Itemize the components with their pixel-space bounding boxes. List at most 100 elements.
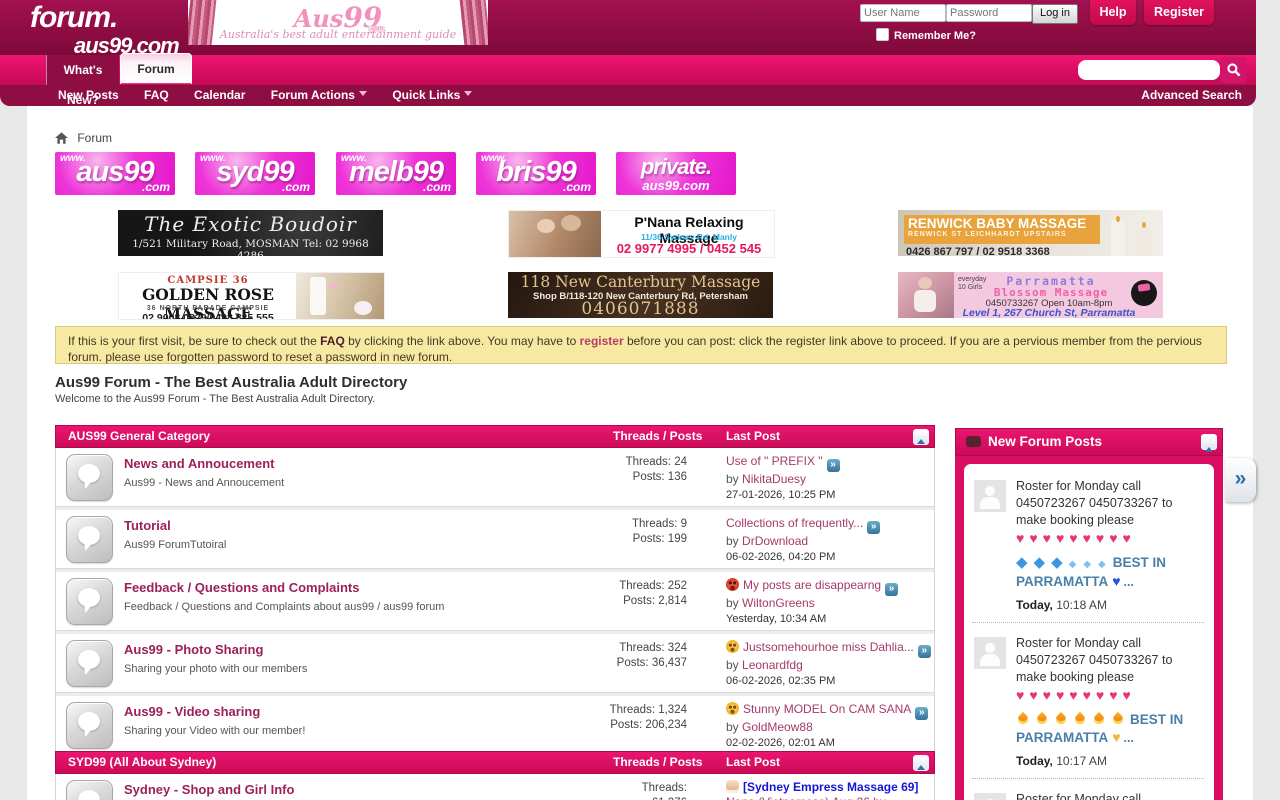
forum-icon — [66, 640, 113, 687]
diamond-icons — [1016, 556, 1069, 570]
tab-forum[interactable]: Forum — [120, 53, 192, 84]
forum-title-link[interactable]: Sydney - Shop and Girl Info — [124, 782, 294, 797]
post-time: Today, 10:17 AM — [1016, 753, 1204, 770]
register-button[interactable]: Register — [1144, 0, 1214, 25]
flame-icons — [1016, 713, 1130, 727]
category-header: SYD99 (All About Sydney) Threads / Posts… — [55, 751, 935, 774]
forum-title-link[interactable]: Aus99 - Photo Sharing — [124, 642, 263, 657]
post-line2: BEST IN PARRAMATTA... — [1016, 711, 1204, 747]
login-form: Log in Remember Me? — [856, 0, 1086, 52]
last-post-date: Yesterday, 10:34 AM — [726, 612, 932, 627]
chevron-up-icon — [1205, 443, 1213, 452]
ad-pnana-massage[interactable]: P'Nana Relaxing Massage 11/36 Sydney Rd.… — [508, 210, 775, 258]
ad-renwick-baby-massage[interactable]: RENWICK BABY MASSAGE RENWICK ST LEICHHAR… — [898, 210, 1163, 256]
chevron-down-icon — [464, 91, 472, 100]
register-link[interactable]: register — [580, 334, 624, 348]
page-subtitle: Welcome to the Aus99 Forum - The Best Au… — [55, 393, 375, 405]
subnav: New Posts FAQ Calendar Forum Actions Qui… — [58, 85, 494, 106]
go-to-last-post-icon[interactable] — [918, 645, 931, 658]
username-input[interactable] — [860, 4, 946, 22]
category-title: AUS99 General Category — [68, 426, 210, 446]
last-post-date: 02-02-2026, 02:01 AM — [726, 736, 932, 751]
help-button[interactable]: Help — [1090, 0, 1136, 25]
ad-blossom-massage[interactable]: everyday10 Girls Parramatta Blossom Mass… — [898, 272, 1163, 318]
last-post-user-link[interactable]: Leonardfdg — [742, 658, 803, 672]
breadcrumb-forum[interactable]: Forum — [77, 131, 112, 145]
nav-calendar[interactable]: Calendar — [194, 88, 245, 102]
sidebar-expand-handle[interactable] — [1225, 458, 1256, 502]
posts-card: Roster for Monday call 0450723267 045073… — [964, 464, 1214, 800]
collapse-widget-button[interactable] — [1201, 434, 1217, 450]
small-diamond-icons — [1069, 556, 1113, 570]
go-to-last-post-icon[interactable] — [885, 583, 898, 596]
post-text: Roster for Monday call 0450723267 045073… — [1016, 791, 1204, 800]
banner-aus99[interactable]: www. aus99 .com — [55, 152, 175, 195]
sidebar-post[interactable]: Roster for Monday call 0450723267 045073… — [972, 466, 1204, 623]
forum-row-sydney-shop-girl-info: Sydney - Shop and Girl Info Talk about S… — [56, 774, 934, 800]
ad-exotic-boudoir[interactable]: The Exotic Boudoir 1/521 Military Road, … — [118, 210, 383, 256]
last-post-user-link[interactable]: WiltonGreens — [742, 596, 815, 610]
last-post-user-link[interactable]: GoldMeow88 — [742, 720, 813, 734]
heart-icons — [1016, 687, 1204, 705]
forum-stats: Threads: 61,276 — [557, 781, 687, 800]
forum-description: Aus99 - News and Annoucement — [124, 477, 554, 489]
last-post-user-link[interactable]: DrDownload — [742, 534, 808, 548]
forum-title-link[interactable]: Tutorial — [124, 518, 171, 533]
avatar — [974, 637, 1006, 669]
last-post-title-link[interactable]: Justsomehourhoe miss Dahlia... — [743, 640, 914, 654]
forum-title-link[interactable]: Aus99 - Video sharing — [124, 704, 260, 719]
advanced-search-link[interactable]: Advanced Search — [1141, 85, 1242, 106]
sidebar-post[interactable]: Roster for Monday call 0450723267 045073… — [972, 779, 1204, 800]
nav-faq[interactable]: FAQ — [144, 88, 169, 102]
go-to-last-post-icon[interactable] — [867, 521, 880, 534]
site-logo[interactable]: forum. aus99.com — [30, 3, 179, 57]
go-to-last-post-icon[interactable] — [827, 459, 840, 472]
ad-canterbury-massage[interactable]: 118 New Canterbury Massage Shop B/118-12… — [508, 272, 773, 318]
column-last-post: Last Post — [726, 426, 780, 446]
nav-quick-links[interactable]: Quick Links — [392, 88, 472, 102]
forum-description: Aus99 ForumTutoiral — [124, 539, 554, 551]
smile-emoji-icon — [726, 640, 739, 653]
banner-bris99[interactable]: www. bris99 .com — [476, 152, 596, 195]
forum-rows: Sydney - Shop and Girl Info Talk about S… — [55, 774, 935, 800]
forum-title-link[interactable]: News and Annoucement — [124, 456, 274, 471]
collapse-category-button[interactable] — [913, 429, 929, 445]
last-post-user-link[interactable]: NikitaDuesy — [742, 472, 806, 486]
remember-me-checkbox[interactable] — [876, 28, 889, 41]
last-post-title-link[interactable]: [Sydney Empress Massage 69] — [743, 780, 918, 794]
banner-private-aus99[interactable]: private. aus99.com — [616, 152, 736, 195]
chevron-up-icon — [917, 761, 925, 770]
forum-title-link[interactable]: Feedback / Questions and Complaints — [124, 580, 360, 595]
last-post: Use of " PREFIX " by NikitaDuesy 27-01-2… — [726, 454, 932, 503]
last-post-title-link[interactable]: Stunny MODEL On CAM SANA — [743, 702, 911, 716]
forum-row-tutorial: Tutorial Aus99 ForumTutoiral Threads: 9 … — [56, 507, 934, 569]
last-post-thread-link[interactable]: Nana (Vietnamese) Aug 26 by — [726, 795, 886, 800]
search-button[interactable] — [1220, 57, 1247, 83]
nav-forum-actions[interactable]: Forum Actions — [271, 88, 367, 102]
sidebar-post[interactable]: Roster for Monday call 0450723267 045073… — [972, 623, 1204, 779]
forum-icon — [66, 780, 113, 800]
login-button[interactable]: Log in — [1032, 4, 1078, 24]
chevron-down-icon — [359, 91, 367, 100]
header-banner[interactable]: Aus99 .com Australia's best adult entert… — [188, 0, 488, 45]
post-line2: BEST IN PARRAMATTA... — [1016, 554, 1204, 591]
collapse-category-button[interactable] — [913, 755, 929, 771]
password-input[interactable] — [946, 4, 1032, 22]
tab-whats-new[interactable]: What's New? — [46, 55, 119, 85]
ad-golden-rose-massage[interactable]: CAMPSIE 36 GOLDEN ROSE MASSAGE 36 NORTH … — [118, 272, 385, 320]
last-post-title-link[interactable]: My posts are disappearng — [743, 578, 881, 592]
last-post: My posts are disappearng by WiltonGreens… — [726, 578, 932, 627]
home-icon[interactable] — [55, 131, 74, 145]
banner-melb99[interactable]: www. melb99 .com — [336, 152, 456, 195]
last-post-title-link[interactable]: Use of " PREFIX " — [726, 454, 823, 468]
search-input[interactable] — [1078, 60, 1220, 80]
speech-bubble-icon — [966, 436, 981, 447]
post-text: Roster for Monday call 0450723267 045073… — [1016, 478, 1204, 529]
nav-new-posts[interactable]: New Posts — [58, 88, 119, 102]
go-to-last-post-icon[interactable] — [915, 707, 928, 720]
last-post-title-link[interactable]: Collections of frequently... — [726, 516, 863, 530]
banner-syd99[interactable]: www. syd99 .com — [195, 152, 315, 195]
category-aus99-general: AUS99 General Category Threads / Posts L… — [55, 425, 935, 755]
last-post: [Sydney Empress Massage 69] Nana (Vietna… — [726, 780, 932, 800]
faq-link[interactable]: FAQ — [320, 334, 345, 348]
